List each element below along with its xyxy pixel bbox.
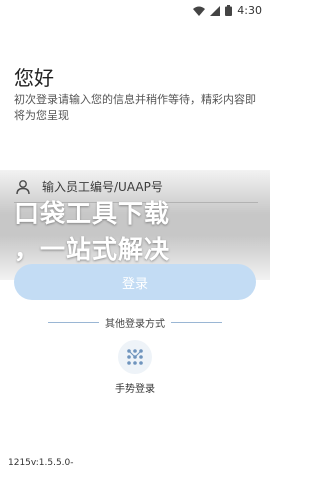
- promo-overlay-line2: ，一站式解决: [14, 235, 171, 264]
- user-icon: [14, 178, 32, 196]
- other-login-divider: 其他登录方式: [48, 314, 222, 330]
- version-text: 1215v:1.5.5.0-: [8, 458, 74, 468]
- login-button[interactable]: 登录: [14, 264, 256, 300]
- promo-overlay-line1: 口袋工具下载: [14, 199, 171, 228]
- wifi-icon: [193, 6, 206, 16]
- battery-icon: [225, 5, 233, 16]
- intro-text: 初次登录请输入您的信息并稍作等待，精彩内容即将为您呈现: [14, 93, 256, 122]
- gesture-login-button[interactable]: 手势登录: [105, 340, 165, 398]
- promo-overlay-text: 口袋工具下载 ，一站式解决: [14, 196, 264, 268]
- status-bar: 4:30: [0, 0, 270, 22]
- greeting-title: 您好: [14, 66, 54, 90]
- cellular-signal-icon: [210, 5, 221, 16]
- divider-line-left: [48, 321, 99, 323]
- login-screen: 4:30 您好 初次登录请输入您的信息并稍作等待，精彩内容即将为您呈现 口袋工具…: [0, 0, 270, 480]
- employee-id-input[interactable]: [42, 180, 242, 194]
- divider-line-right: [171, 321, 222, 323]
- other-login-methods-label: 其他登录方式: [105, 318, 165, 330]
- status-icons: 4:30: [193, 4, 262, 17]
- status-time: 4:30: [237, 4, 262, 17]
- gesture-login-label: 手势登录: [115, 384, 155, 395]
- gesture-grid-icon: [118, 340, 152, 374]
